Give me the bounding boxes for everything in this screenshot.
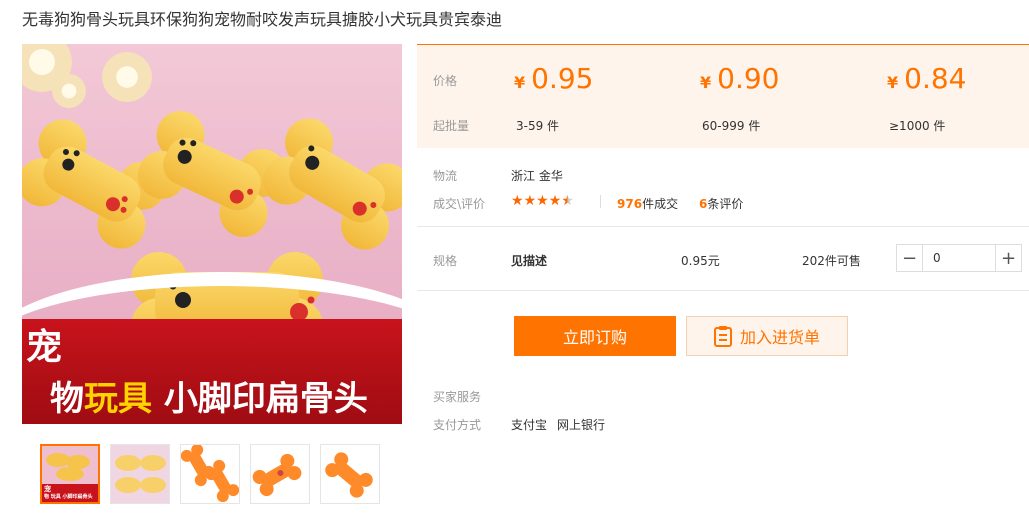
price-value: 0.84 [904,62,967,95]
rating-stars[interactable]: ★★★★★ [511,193,574,209]
payment-method-bank: 网上银行 [557,418,606,432]
review-count-suffix: 条评价 [707,197,744,211]
currency-symbol: ¥ [514,73,526,92]
currency-symbol: ¥ [887,73,899,92]
banner-text-2b: 玩具 [84,379,152,419]
spec-price: 0.95元 [681,254,720,268]
thumbnail-image [252,453,302,497]
price-tier-2: ¥0.90 [700,62,779,95]
clipboard-icon [713,326,732,347]
deal-count[interactable]: 976件成交 [617,195,678,212]
qty-tier-3: ≥1000 件 [889,119,946,133]
thumbnail-image [181,445,239,503]
plus-button[interactable]: + [995,245,1021,271]
star-icon: ★ [511,193,524,209]
deal-count-number: 976 [617,197,643,211]
review-count[interactable]: 6条评价 [699,195,743,212]
price-value: 0.95 [531,62,594,95]
banner-text-2a: 物 [50,379,84,419]
price-tier-3: ¥0.84 [887,62,966,95]
price-tier-1: ¥0.95 [514,62,593,95]
deal-count-suffix: 件成交 [642,197,679,211]
half-star-icon: ★ [561,193,574,209]
add-to-cart-button[interactable]: 加入进货单 [686,316,848,356]
logistics-label: 物流 [433,169,458,183]
thumbnail-2[interactable] [110,444,170,504]
spec-label: 规格 [433,254,458,268]
minus-button[interactable]: − [897,245,923,271]
thumbnail-4[interactable] [250,444,310,504]
add-to-cart-label: 加入进货单 [739,328,820,347]
main-product-image[interactable]: 宠 物玩具 小脚印扁骨头 [22,44,402,424]
quantity-stepper: − 0 + [896,244,1022,272]
buy-now-button[interactable]: 立即订购 [514,316,676,356]
star-icon: ★ [536,193,549,209]
buyer-services-label: 买家服务 [433,390,482,404]
thumbnail-strip: 宠 物 玩具 小脚印扁骨头 [40,444,380,504]
deals-label: 成交\评价 [433,197,486,211]
payment-method-alipay: 支付宝 [511,418,548,432]
qty-tier-1: 3-59 件 [516,119,560,133]
qty-tier-2: 60-999 件 [702,119,761,133]
quantity-input[interactable]: 0 [923,245,995,271]
divider [417,226,1029,227]
thumbnail-image [325,452,373,498]
spec-name: 见描述 [511,254,548,268]
banner-text-2: 物玩具 小脚印扁骨头 [50,371,368,420]
payment-label: 支付方式 [433,418,482,432]
thumbnail-1[interactable]: 宠 物 玩具 小脚印扁骨头 [40,444,100,504]
divider [417,290,1029,291]
logistics-value: 浙江 金华 [511,169,563,183]
star-icon: ★ [548,193,562,209]
divider [600,195,601,208]
banner-text-1: 宠 [26,327,63,368]
thumbnail-banner-text-b: 物 玩具 小脚印扁骨头 [44,494,93,500]
spec-stock: 202件可售 [802,254,861,268]
moq-label: 起批量 [433,119,470,133]
banner-text-2c: 小脚印扁骨头 [163,379,368,419]
thumbnail-image [111,445,169,503]
price-value: 0.90 [717,62,780,95]
product-title: 无毒狗狗骨头玩具环保狗狗宠物耐咬发声玩具搪胶小犬玩具贵宾泰迪 [22,10,503,29]
thumbnail-5[interactable] [320,444,380,504]
star-icon: ★ [523,193,537,209]
price-label: 价格 [433,74,458,88]
thumbnail-3[interactable] [180,444,240,504]
currency-symbol: ¥ [700,73,712,92]
